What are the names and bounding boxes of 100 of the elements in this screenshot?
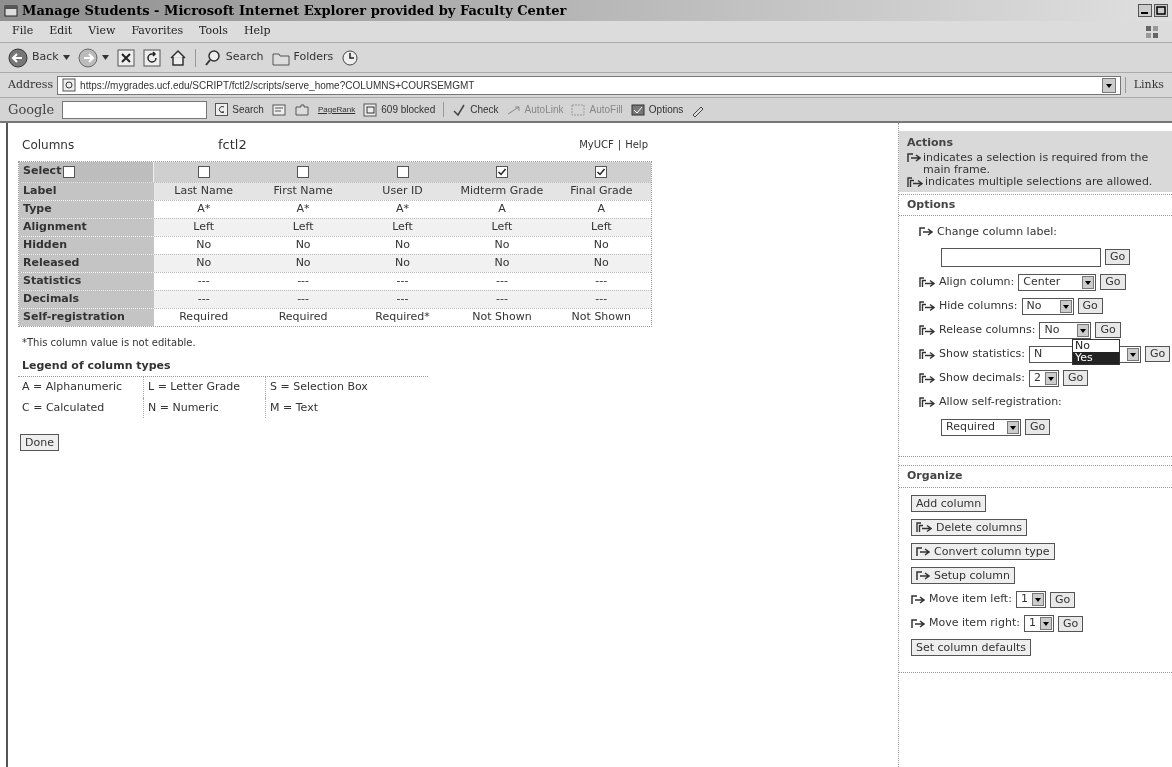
menu-item[interactable]: Edit: [49, 23, 73, 40]
checkbox[interactable]: [396, 165, 409, 178]
option-label: Change column label:: [937, 223, 1057, 240]
table-cell-text: Required: [277, 308, 329, 325]
table-cell-text: Left: [192, 218, 216, 235]
dropdown[interactable]: Required: [941, 418, 1021, 436]
option-label: Release columns:: [939, 321, 1036, 338]
address-field[interactable]: https://mygrades.ucf.edu/SCRIPT/fctl2/scripts/serve_home?COLUMNS+COURSEMGMT: [57, 75, 1121, 95]
dropdown-option[interactable]: Yes: [1073, 352, 1119, 364]
table-cell-text: No: [592, 236, 610, 253]
table-cell-text: First Name: [272, 182, 334, 199]
table-cell-text: A*: [295, 200, 311, 217]
checkbox[interactable]: [63, 165, 76, 178]
table-cell-text: Left: [391, 218, 414, 235]
option-label: Move item left:: [929, 591, 1012, 608]
pagerank-label[interactable]: PageRank: [317, 103, 356, 116]
legend-entry: M = Text: [265, 397, 425, 418]
table-cell-text: A*: [196, 200, 212, 217]
page-link[interactable]: MyUCF: [579, 137, 614, 153]
minimize-icon: [1138, 4, 1152, 17]
action-button[interactable]: Setup column: [911, 567, 1015, 584]
dropdown[interactable]: Center: [1018, 273, 1097, 291]
legend-entry: N = Numeric: [143, 397, 265, 418]
spell-check-button[interactable]: Check: [443, 102, 499, 117]
menu-item[interactable]: Favorites: [131, 23, 184, 40]
table-cell-text: ---: [395, 290, 410, 307]
links-label[interactable]: Links: [1124, 76, 1164, 94]
table-cell-text: No: [195, 254, 213, 271]
menu-item[interactable]: Tools: [199, 23, 228, 40]
google-logo[interactable]: Google: [8, 99, 55, 120]
dropdown[interactable]: 1: [1015, 591, 1046, 608]
table-cell-text: User ID: [381, 182, 424, 199]
legend-entry: L = Letter Grade: [143, 377, 265, 398]
table-cell-text: Required*: [374, 308, 431, 325]
back-button[interactable]: Back: [8, 47, 70, 68]
option-label: Hide columns:: [939, 297, 1018, 314]
go-button[interactable]: Go: [1105, 249, 1131, 265]
go-button[interactable]: Go: [1100, 274, 1126, 290]
go-button[interactable]: Go: [1077, 298, 1103, 314]
dropdown[interactable]: 1: [1023, 615, 1054, 632]
go-button[interactable]: Go: [1025, 419, 1051, 435]
folders-button[interactable]: Folders: [271, 49, 334, 66]
table-cell-text: No: [394, 254, 411, 271]
option-label: Align column:: [939, 273, 1015, 290]
table-cell-text: No: [493, 236, 511, 253]
table-cell-text: Not Shown: [570, 308, 633, 325]
form-icon: [571, 103, 586, 116]
search-button[interactable]: Search: [194, 48, 264, 67]
browser-window-icon: [4, 3, 18, 18]
table-cell-text: Required: [178, 308, 230, 325]
go-button[interactable]: Go: [1057, 615, 1084, 632]
google-search-button[interactable]: Search: [215, 102, 264, 117]
go-button[interactable]: Go: [1095, 322, 1121, 338]
popup-blocker-button[interactable]: 609 blocked: [363, 102, 436, 117]
text-field[interactable]: [941, 247, 1101, 267]
home-icon: [168, 48, 187, 67]
legend-entry: A = Alphanumeric: [21, 379, 124, 395]
table-cell-text: Left: [589, 218, 613, 235]
forward-button[interactable]: [77, 47, 109, 68]
table-cell-text: ---: [196, 290, 211, 307]
action-button[interactable]: Delete columns: [911, 519, 1027, 536]
menu-item[interactable]: File: [12, 23, 34, 40]
option-label: Show statistics:: [939, 345, 1025, 362]
table-cell-text: Midterm Grade: [459, 182, 545, 199]
menu-item[interactable]: Help: [243, 23, 271, 40]
action-button[interactable]: Add column: [911, 495, 987, 512]
options-button[interactable]: Options: [630, 102, 684, 117]
go-button[interactable]: Go: [1144, 346, 1171, 362]
row-header: Alignment: [19, 218, 154, 236]
table-cell-text: Last Name: [173, 182, 235, 199]
option-label: Show decimals:: [939, 369, 1025, 386]
dropdown[interactable]: No: [1021, 297, 1074, 315]
table-cell-text: No: [195, 236, 213, 253]
checkbox[interactable]: [495, 165, 508, 178]
row-header: Label: [19, 182, 154, 200]
row-header: Select: [23, 163, 62, 180]
legend-note: indicates multiple selections are allowed.: [925, 175, 1153, 188]
option-label: Allow self-registration:: [939, 393, 1062, 410]
option-label: Move item right:: [929, 615, 1020, 632]
row-header: Hidden: [19, 236, 154, 254]
action-button[interactable]: Set column defaults: [911, 639, 1031, 656]
row-header: Statistics: [19, 272, 154, 290]
google-search-field[interactable]: [62, 100, 208, 119]
checkbox[interactable]: [595, 165, 608, 178]
table-cell-text: ---: [594, 272, 609, 289]
dropdown[interactable]: 2: [1029, 369, 1059, 387]
action-button[interactable]: Convert column type: [911, 543, 1055, 560]
done-button[interactable]: Done: [20, 434, 59, 451]
table-cell-text: Not Shown: [471, 308, 533, 325]
go-button[interactable]: Go: [1049, 591, 1076, 608]
go-button[interactable]: Go: [1063, 370, 1089, 386]
menu-item[interactable]: View: [88, 23, 116, 40]
table-cell-text: No: [493, 254, 511, 271]
dropdown[interactable]: No: [1039, 321, 1092, 339]
page-link[interactable]: Help: [625, 137, 648, 153]
table-cell-text: ---: [494, 290, 509, 307]
checkbox[interactable]: [197, 165, 210, 178]
checkbox[interactable]: [297, 165, 310, 178]
legend-title: Legend of column types: [21, 357, 172, 374]
table-cell-text: A*: [395, 200, 411, 217]
